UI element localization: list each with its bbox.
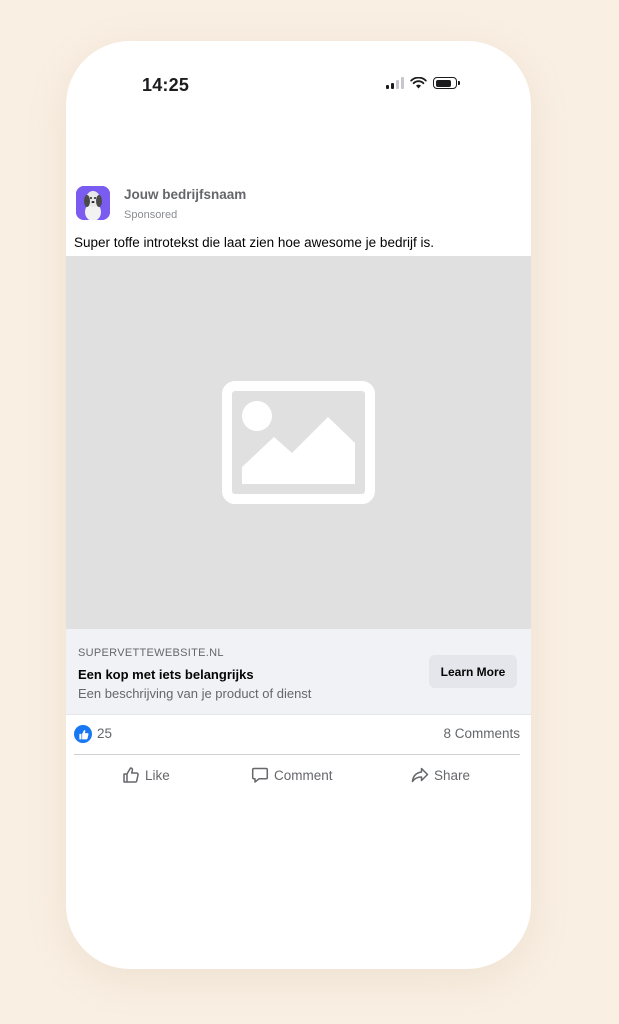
- status-icons: [386, 77, 460, 89]
- media-placeholder[interactable]: [66, 256, 531, 629]
- comment-label: Comment: [274, 767, 333, 783]
- signal-icon: [386, 77, 404, 89]
- wifi-icon: [410, 77, 427, 89]
- avatar[interactable]: [76, 186, 110, 220]
- link-headline: Een kop met iets belangrijks: [78, 667, 254, 682]
- comments-count[interactable]: 8 Comments: [443, 726, 520, 741]
- comment-button[interactable]: Comment: [251, 766, 333, 784]
- thumbs-up-icon: [123, 767, 139, 783]
- link-preview[interactable]: SUPERVETTEWEBSITE.NL Een kop met iets be…: [66, 629, 531, 715]
- like-reaction-icon[interactable]: [74, 725, 92, 743]
- share-button[interactable]: Share: [411, 766, 470, 784]
- sponsored-label: Sponsored: [124, 209, 178, 221]
- like-label: Like: [145, 767, 170, 783]
- learn-more-button[interactable]: Learn More: [429, 655, 517, 688]
- phone-frame: 14:25 Jouw bedrijfsnaam Sponsored Super …: [66, 41, 531, 969]
- divider: [74, 754, 520, 755]
- post-actions: Like Comment Share: [66, 756, 531, 796]
- link-description: Een beschrijving van je product of diens…: [78, 686, 312, 701]
- link-domain: SUPERVETTEWEBSITE.NL: [78, 647, 224, 659]
- reaction-stats: 25 8 Comments: [66, 714, 531, 755]
- dog-icon: [76, 186, 110, 220]
- image-placeholder-icon: [222, 381, 375, 504]
- share-icon: [411, 767, 429, 783]
- share-label: Share: [434, 767, 471, 783]
- battery-icon: [433, 77, 460, 89]
- comment-icon: [251, 767, 269, 783]
- post-intro-text: Super toffe introtekst die laat zien hoe…: [74, 235, 434, 250]
- like-button[interactable]: Like: [122, 766, 170, 784]
- status-time: 14:25: [142, 75, 190, 95]
- page-name[interactable]: Jouw bedrijfsnaam: [124, 187, 246, 202]
- like-count[interactable]: 25: [97, 726, 112, 741]
